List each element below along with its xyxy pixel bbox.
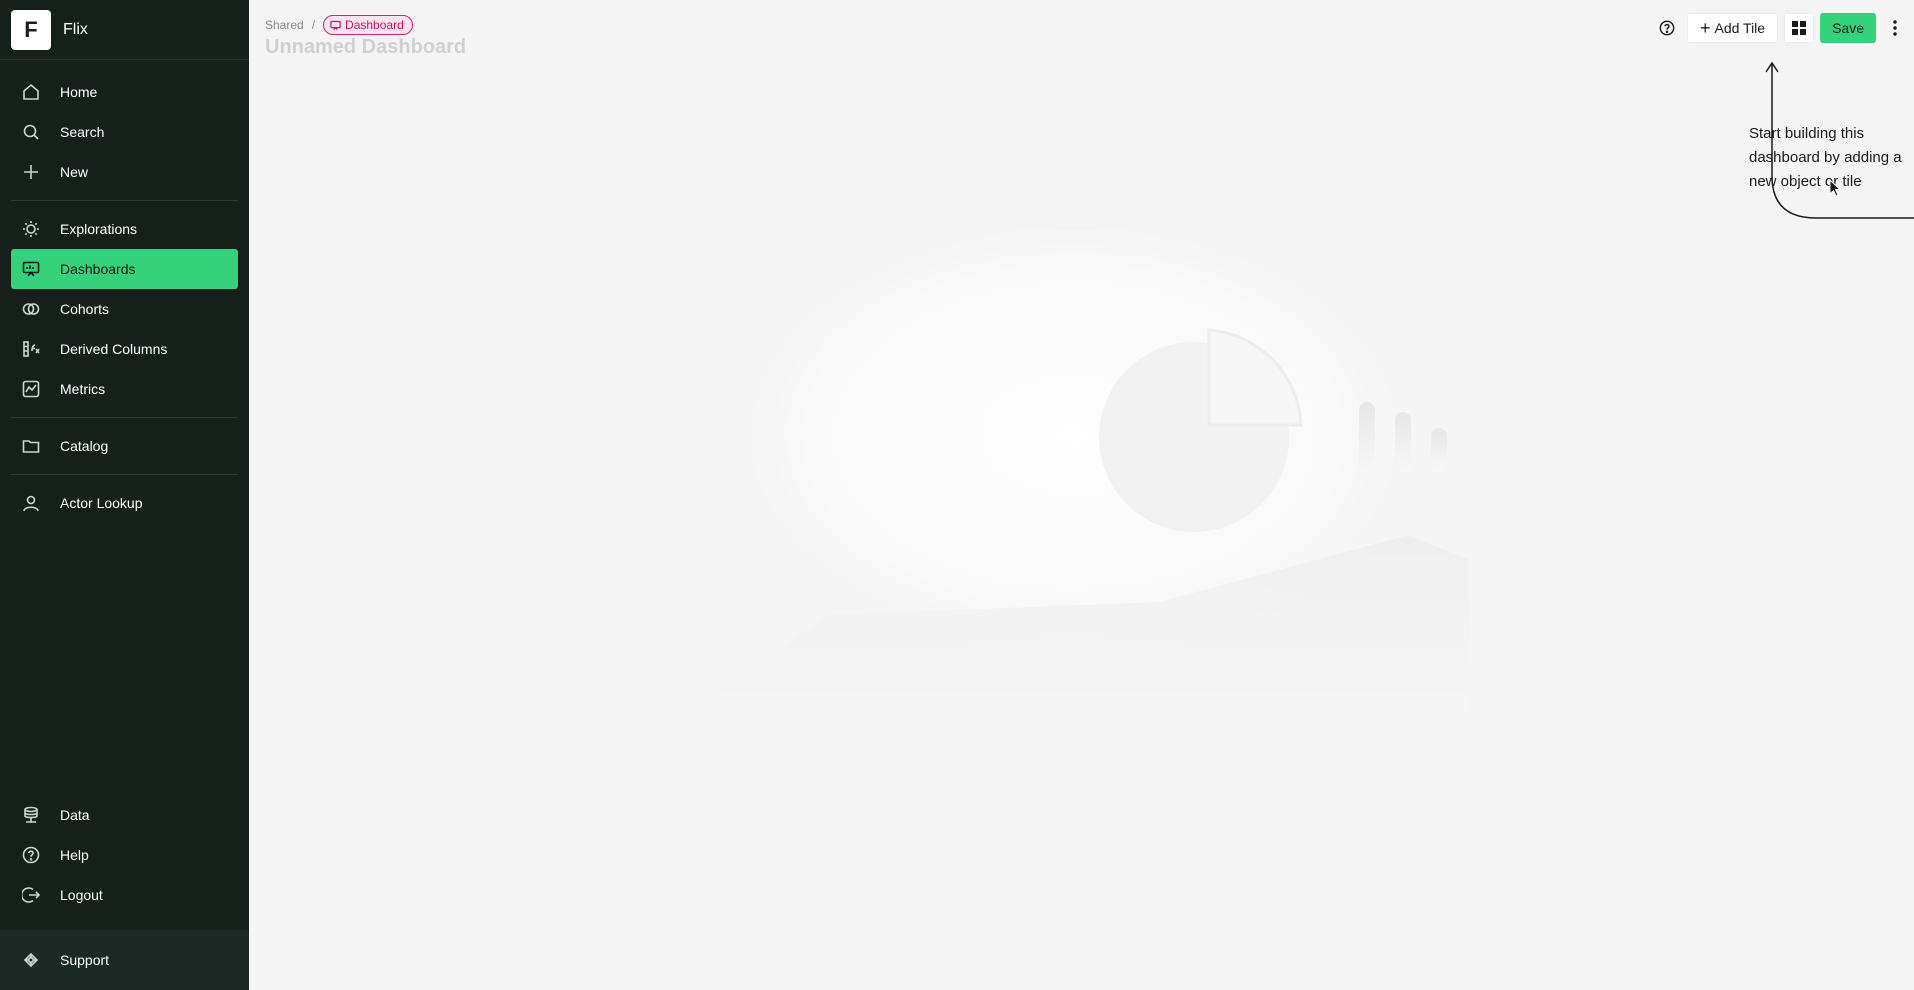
more-vertical-icon: [1893, 20, 1897, 36]
sidebar-item-search[interactable]: Search: [11, 112, 238, 152]
sidebar-item-label: Logout: [60, 887, 103, 903]
metrics-icon: [21, 379, 41, 399]
sidebar-item-cohorts[interactable]: Cohorts: [11, 289, 238, 329]
sidebar-item-label: Catalog: [60, 438, 109, 454]
lightbulb-icon: [21, 219, 41, 239]
add-tile-label: Add Tile: [1714, 20, 1766, 36]
sidebar-item-dashboards[interactable]: Dashboards: [11, 249, 238, 289]
sidebar-item-catalog[interactable]: Catalog: [11, 426, 238, 466]
nav-group-lookup: Actor Lookup: [0, 475, 249, 523]
cohorts-icon: [21, 299, 41, 319]
sidebar-item-label: Explorations: [60, 221, 138, 237]
sidebar-item-home[interactable]: Home: [11, 72, 238, 112]
sidebar-item-actor-lookup[interactable]: Actor Lookup: [11, 483, 238, 523]
sidebar-item-new[interactable]: New: [11, 152, 238, 192]
sidebar-item-label: Home: [60, 84, 98, 100]
help-icon: [21, 845, 41, 865]
support-bar: Support: [0, 930, 249, 990]
home-icon: [21, 82, 41, 102]
sidebar-item-explorations[interactable]: Explorations: [11, 209, 238, 249]
sidebar: F Flix Home Search New Explorations Dash…: [0, 0, 249, 990]
brand[interactable]: F Flix: [0, 0, 249, 60]
sidebar-item-label: Help: [60, 847, 89, 863]
sidebar-item-derived-columns[interactable]: Derived Columns: [11, 329, 238, 369]
brand-logo: F: [11, 9, 51, 50]
mouse-cursor-icon: [1829, 179, 1842, 197]
sidebar-item-support[interactable]: Support: [11, 940, 238, 980]
page-title[interactable]: Unnamed Dashboard: [265, 36, 466, 59]
grid-layout-button[interactable]: [1784, 13, 1815, 43]
sidebar-item-label: Metrics: [60, 381, 106, 397]
dashboard-type-badge: Dashboard: [323, 15, 413, 35]
database-icon: [21, 805, 41, 825]
save-button[interactable]: Save: [1820, 13, 1876, 43]
main-content: Shared / Dashboard Unnamed Dashboard + A…: [249, 0, 1914, 990]
nav-group-bottom: Data Help Logout: [0, 795, 249, 915]
sidebar-item-label: Search: [60, 124, 105, 140]
badge-label: Dashboard: [345, 18, 404, 32]
help-circle-icon[interactable]: [1653, 13, 1681, 43]
grid-layout-icon: [1792, 21, 1807, 35]
breadcrumb-separator: /: [311, 18, 316, 32]
derived-columns-icon: [21, 339, 41, 359]
add-tile-button[interactable]: + Add Tile: [1686, 13, 1779, 43]
sidebar-item-label: Actor Lookup: [60, 495, 143, 511]
sidebar-item-label: Support: [60, 952, 110, 968]
plus-icon: [21, 162, 41, 182]
nav-group-catalog: Catalog: [0, 418, 249, 474]
sidebar-item-label: New: [60, 164, 89, 180]
nav-group-analysis: Explorations Dashboards Cohorts Derived …: [0, 201, 249, 417]
empty-dashboard-illustration: [689, 230, 1469, 710]
sidebar-item-label: Derived Columns: [60, 341, 168, 357]
sidebar-item-metrics[interactable]: Metrics: [11, 369, 238, 409]
sidebar-item-label: Cohorts: [60, 301, 110, 317]
sidebar-item-logout[interactable]: Logout: [11, 875, 238, 915]
sidebar-item-label: Dashboards: [60, 261, 136, 277]
sidebar-item-help[interactable]: Help: [11, 835, 238, 875]
dashboard-icon: [21, 259, 41, 279]
user-icon: [21, 493, 41, 513]
search-icon: [21, 122, 41, 142]
more-options-button[interactable]: [1882, 13, 1908, 43]
toolbar: + Add Tile Save: [1653, 13, 1908, 43]
nav-group-primary: Home Search New: [0, 60, 249, 200]
brand-name: Flix: [63, 20, 88, 38]
breadcrumb: Shared / Dashboard: [265, 15, 413, 35]
sidebar-item-data[interactable]: Data: [11, 795, 238, 835]
dashboard-icon: [330, 20, 341, 30]
folder-icon: [21, 436, 41, 456]
breadcrumb-parent[interactable]: Shared: [265, 18, 304, 32]
plus-icon: +: [1699, 18, 1711, 38]
support-icon: [21, 950, 41, 970]
sidebar-item-label: Data: [60, 807, 90, 823]
logout-icon: [21, 885, 41, 905]
